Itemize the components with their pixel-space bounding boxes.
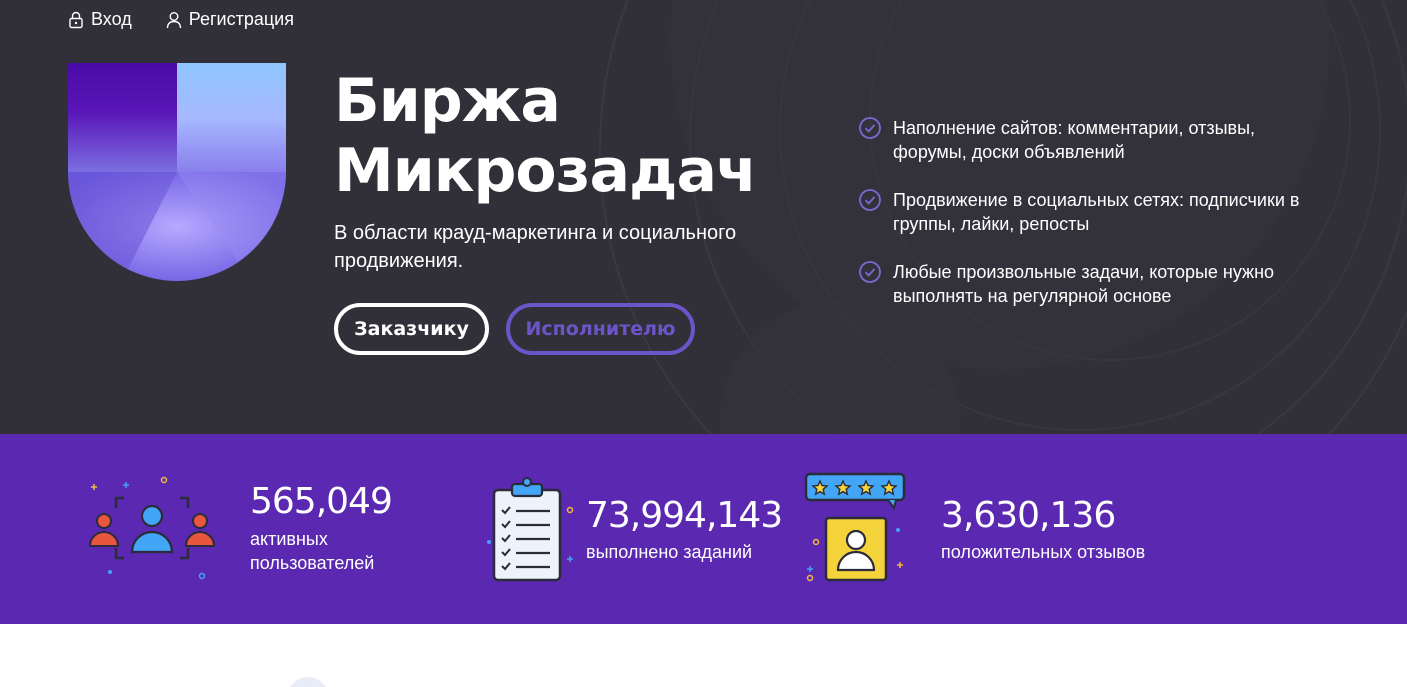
stats-section: 565,049 активных пользователей 73,994,14… bbox=[0, 434, 1407, 624]
check-circle-icon bbox=[859, 261, 881, 283]
site-logo bbox=[68, 63, 286, 281]
lock-icon bbox=[69, 11, 83, 28]
stat-reviews-value: 3,630,136 bbox=[941, 495, 1116, 536]
executor-button[interactable]: Исполнителю bbox=[506, 303, 695, 355]
stat-users-label-line-2: пользователей bbox=[250, 553, 375, 573]
review-stars-icon bbox=[804, 472, 906, 582]
hero-subtitle: В области крауд-маркетинга и социального… bbox=[334, 222, 737, 272]
title-line-2: Микрозадач bbox=[334, 136, 757, 206]
feature-text: Продвижение в социальных сетях: подписчи… bbox=[893, 190, 1300, 234]
login-link[interactable]: Вход bbox=[68, 9, 132, 30]
stat-users-label-line-1: активных bbox=[250, 529, 328, 549]
stat-users-value: 565,049 bbox=[250, 481, 393, 522]
feature-text: Любые произвольные задачи, которые нужно… bbox=[893, 262, 1275, 306]
stat-tasks-label: выполнено заданий bbox=[586, 542, 753, 562]
feature-item: Продвижение в социальных сетях: подписчи… bbox=[858, 188, 1308, 236]
check-circle-icon bbox=[859, 117, 881, 139]
register-link[interactable]: Регистрация bbox=[166, 9, 294, 30]
users-icon bbox=[88, 476, 216, 580]
check-circle-icon bbox=[859, 189, 881, 211]
page-title: Биржа Микрозадач bbox=[334, 66, 757, 206]
user-icon bbox=[166, 11, 181, 28]
stat-tasks-value: 73,994,143 bbox=[586, 495, 783, 536]
feature-item: Наполнение сайтов: комментарии, отзывы, … bbox=[858, 116, 1308, 164]
stat-users-label: активных пользователей bbox=[250, 527, 374, 575]
register-label: Регистрация bbox=[188, 9, 294, 29]
feature-list: Наполнение сайтов: комментарии, отзывы, … bbox=[858, 116, 1308, 332]
title-line-1: Биржа bbox=[334, 66, 561, 136]
feature-text: Наполнение сайтов: комментарии, отзывы, … bbox=[893, 118, 1256, 162]
stat-reviews-label: положительных отзывов bbox=[941, 542, 1146, 562]
hero-section: Вход Регистрация Биржа Микрозадач В обла… bbox=[0, 0, 1407, 434]
login-label: Вход bbox=[91, 9, 132, 29]
section-decoration-circle bbox=[287, 677, 329, 687]
feature-item: Любые произвольные задачи, которые нужно… bbox=[858, 260, 1308, 308]
customer-button[interactable]: Заказчику bbox=[334, 303, 489, 355]
top-navigation: Вход Регистрация bbox=[68, 9, 294, 30]
clipboard-checklist-icon bbox=[487, 477, 574, 582]
